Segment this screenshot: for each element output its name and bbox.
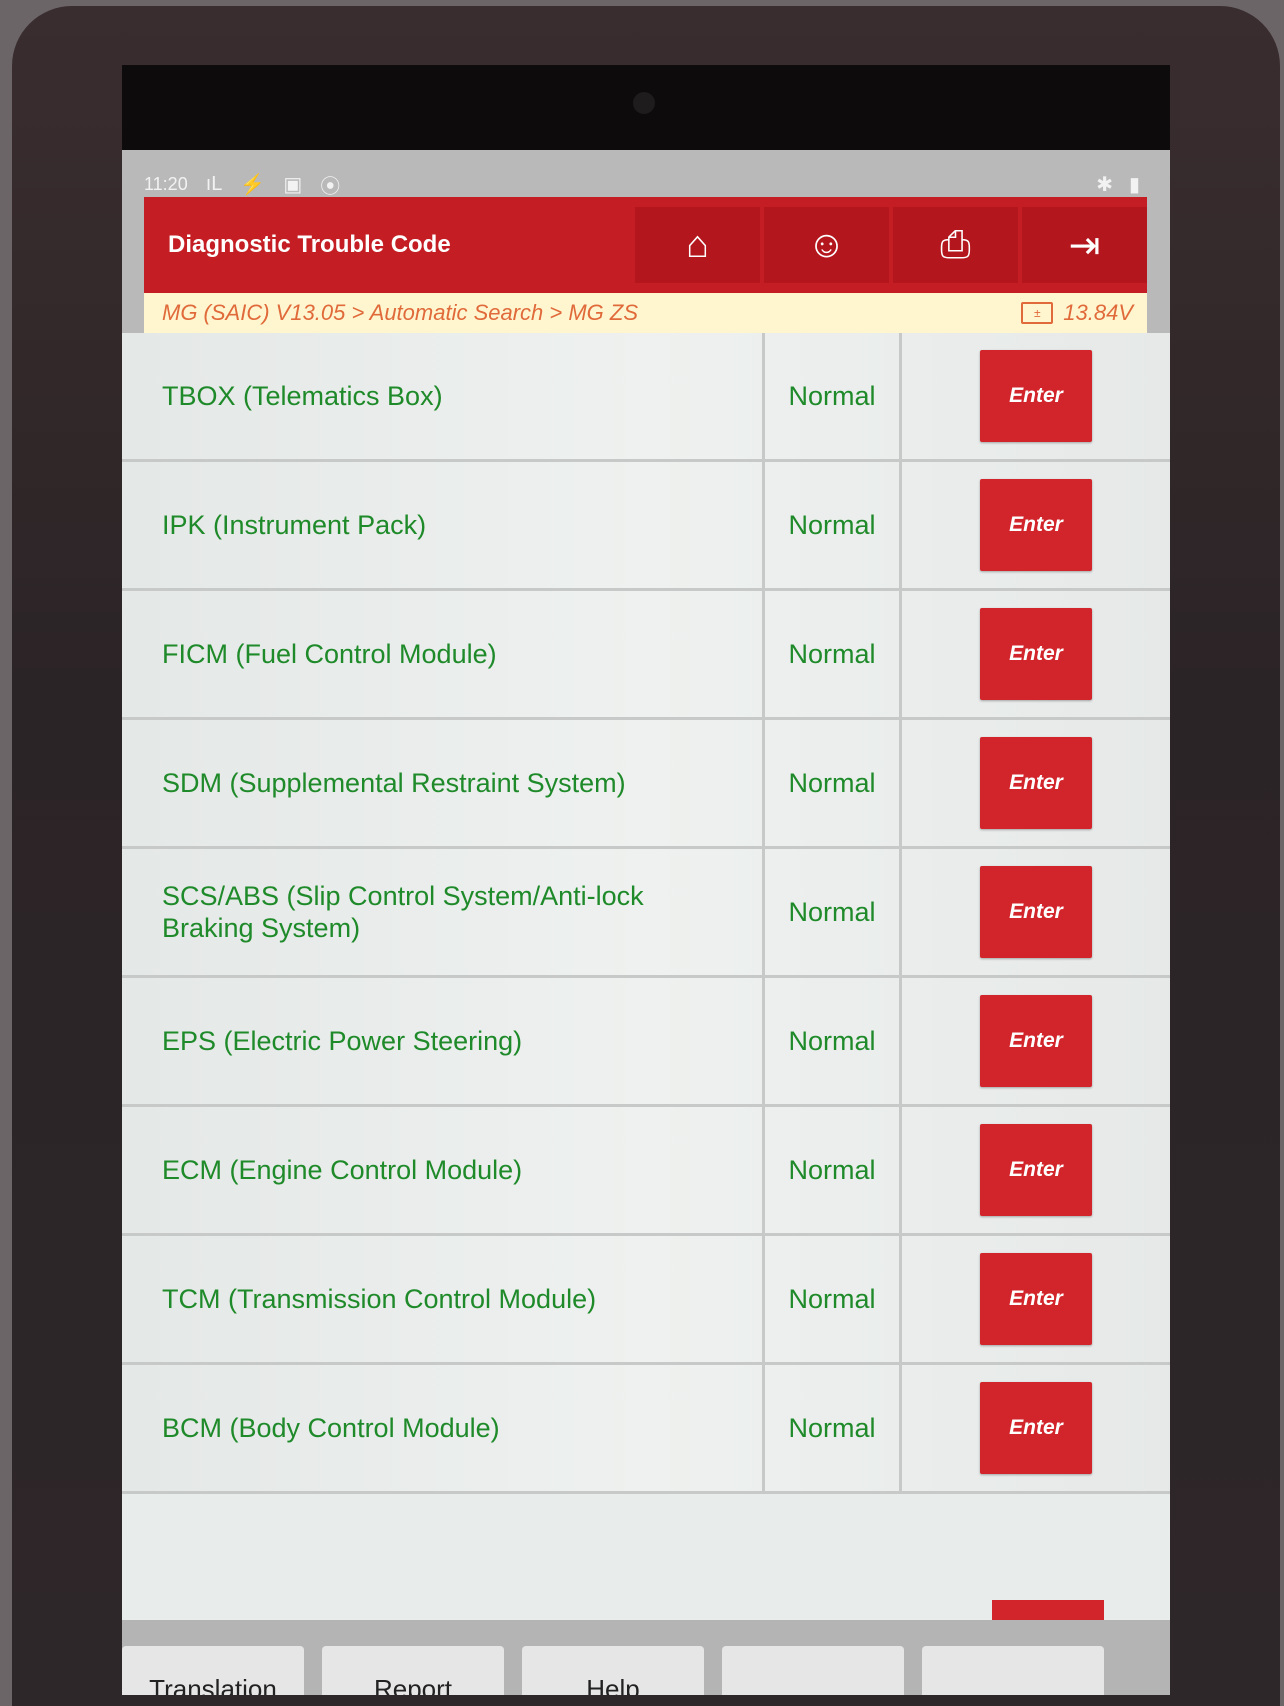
print-button[interactable]: ⎙ — [893, 207, 1018, 283]
enter-button[interactable]: Enter — [980, 1124, 1092, 1216]
action-cell: Enter — [902, 1253, 1170, 1345]
home-button[interactable]: ⌂ — [635, 207, 760, 283]
front-camera — [633, 92, 655, 114]
action-cell: Enter — [902, 995, 1170, 1087]
action-cell: Enter — [902, 737, 1170, 829]
user-icon: ☺ — [807, 223, 846, 266]
system-status: Normal — [762, 1107, 902, 1233]
enter-button[interactable]: Enter — [980, 737, 1092, 829]
vci-icon: ⦿ — [320, 175, 341, 198]
enter-button[interactable]: Enter — [980, 866, 1092, 958]
enter-button[interactable]: Enter — [980, 1382, 1092, 1474]
enter-button[interactable]: Enter — [980, 995, 1092, 1087]
breadcrumb-path: MG (SAIC) V13.05 > Automatic Search > MG… — [162, 300, 639, 325]
bluetooth-icon: ✱ — [1096, 173, 1113, 196]
footer-button[interactable] — [922, 1646, 1104, 1695]
header-nav: ⌂ ☺ ⎙ ⇥ — [631, 207, 1147, 283]
action-cell: Enter — [902, 1124, 1170, 1216]
home-icon: ⌂ — [686, 223, 709, 266]
system-name: FICM (Fuel Control Module) — [162, 639, 497, 669]
table-row: BCM (Body Control Module) Normal Enter — [122, 1365, 1170, 1494]
table-row: ECM (Engine Control Module) Normal Enter — [122, 1107, 1170, 1236]
system-name: ECM (Engine Control Module) — [162, 1155, 523, 1185]
enter-button[interactable]: Enter — [980, 350, 1092, 442]
system-status: Normal — [762, 462, 902, 588]
table-row: SDM (Supplemental Restraint System) Norma… — [122, 720, 1170, 849]
usb-icon: ⚡ — [240, 173, 266, 196]
system-name: TCM (Transmission Control Module) — [162, 1284, 597, 1314]
clock: 11:20 — [144, 173, 188, 194]
footer-button[interactable]: Report — [322, 1646, 504, 1695]
footer-toolbar: Translation Report Help — [122, 1620, 1170, 1695]
page-title: Diagnostic Trouble Code — [168, 231, 451, 258]
enter-button[interactable]: Enter — [980, 608, 1092, 700]
table-row: EPS (Electric Power Steering) Normal Enter — [122, 978, 1170, 1107]
voltage-value: 13.84V — [1063, 300, 1133, 325]
table-row: IPK (Instrument Pack) Normal Enter — [122, 462, 1170, 591]
action-cell: Enter — [902, 479, 1170, 571]
system-name: SCS/ABS (Slip Control System/Anti-lock B… — [162, 881, 644, 943]
image-icon: ▣ — [283, 173, 303, 196]
system-status: Normal — [762, 978, 902, 1104]
system-name: TBOX (Telematics Box) — [162, 381, 443, 411]
enter-button[interactable]: Enter — [980, 479, 1092, 571]
exit-icon: ⇥ — [1068, 224, 1101, 267]
exit-button[interactable]: ⇥ — [1022, 207, 1147, 283]
table-row: TCM (Transmission Control Module) Normal E… — [122, 1236, 1170, 1365]
system-status: Normal — [762, 849, 902, 975]
signal-icon: ıL — [205, 172, 223, 195]
system-status: Normal — [762, 333, 902, 459]
enter-button[interactable]: Enter — [980, 1253, 1092, 1345]
app-header: Diagnostic Trouble Code ⌂ ☺ ⎙ ⇥ — [144, 197, 1147, 293]
footer-button[interactable]: Help — [522, 1646, 704, 1695]
action-cell: Enter — [902, 866, 1170, 958]
battery-icon: ▮ — [1128, 173, 1140, 196]
user-button[interactable]: ☺ — [764, 207, 889, 283]
battery-voltage-icon: ± — [1021, 302, 1054, 324]
table-row: TBOX (Telematics Box) Normal Enter — [122, 333, 1170, 462]
action-cell: Enter — [902, 350, 1170, 442]
footer-button[interactable]: Translation — [122, 1646, 304, 1695]
system-list: TBOX (Telematics Box) Normal Enter IPK (Ins… — [122, 333, 1170, 1623]
system-name: IPK (Instrument Pack) — [162, 510, 427, 540]
voltage-indicator: ± 13.84V — [1021, 300, 1147, 326]
print-icon: ⎙ — [940, 223, 971, 266]
breadcrumb: MG (SAIC) V13.05 > Automatic Search > MG… — [144, 293, 1147, 333]
system-status: Normal — [762, 720, 902, 846]
action-cell: Enter — [902, 608, 1170, 700]
table-row: FICM (Fuel Control Module) Normal Enter — [122, 591, 1170, 720]
system-name: SDM (Supplemental Restraint System) — [162, 768, 626, 798]
action-cell: Enter — [902, 1382, 1170, 1474]
footer-button[interactable] — [722, 1646, 904, 1695]
system-name: EPS (Electric Power Steering) — [162, 1026, 523, 1056]
system-status: Normal — [762, 591, 902, 717]
system-status: Normal — [762, 1365, 902, 1491]
screen: 11:20 ıL ⚡ ▣ ⦿ ✱ ▮ Diagnostic Trouble Co… — [122, 150, 1170, 1695]
system-name: BCM (Body Control Module) — [162, 1413, 500, 1443]
system-status: Normal — [762, 1236, 902, 1362]
table-row: SCS/ABS (Slip Control System/Anti-lock B… — [122, 849, 1170, 978]
